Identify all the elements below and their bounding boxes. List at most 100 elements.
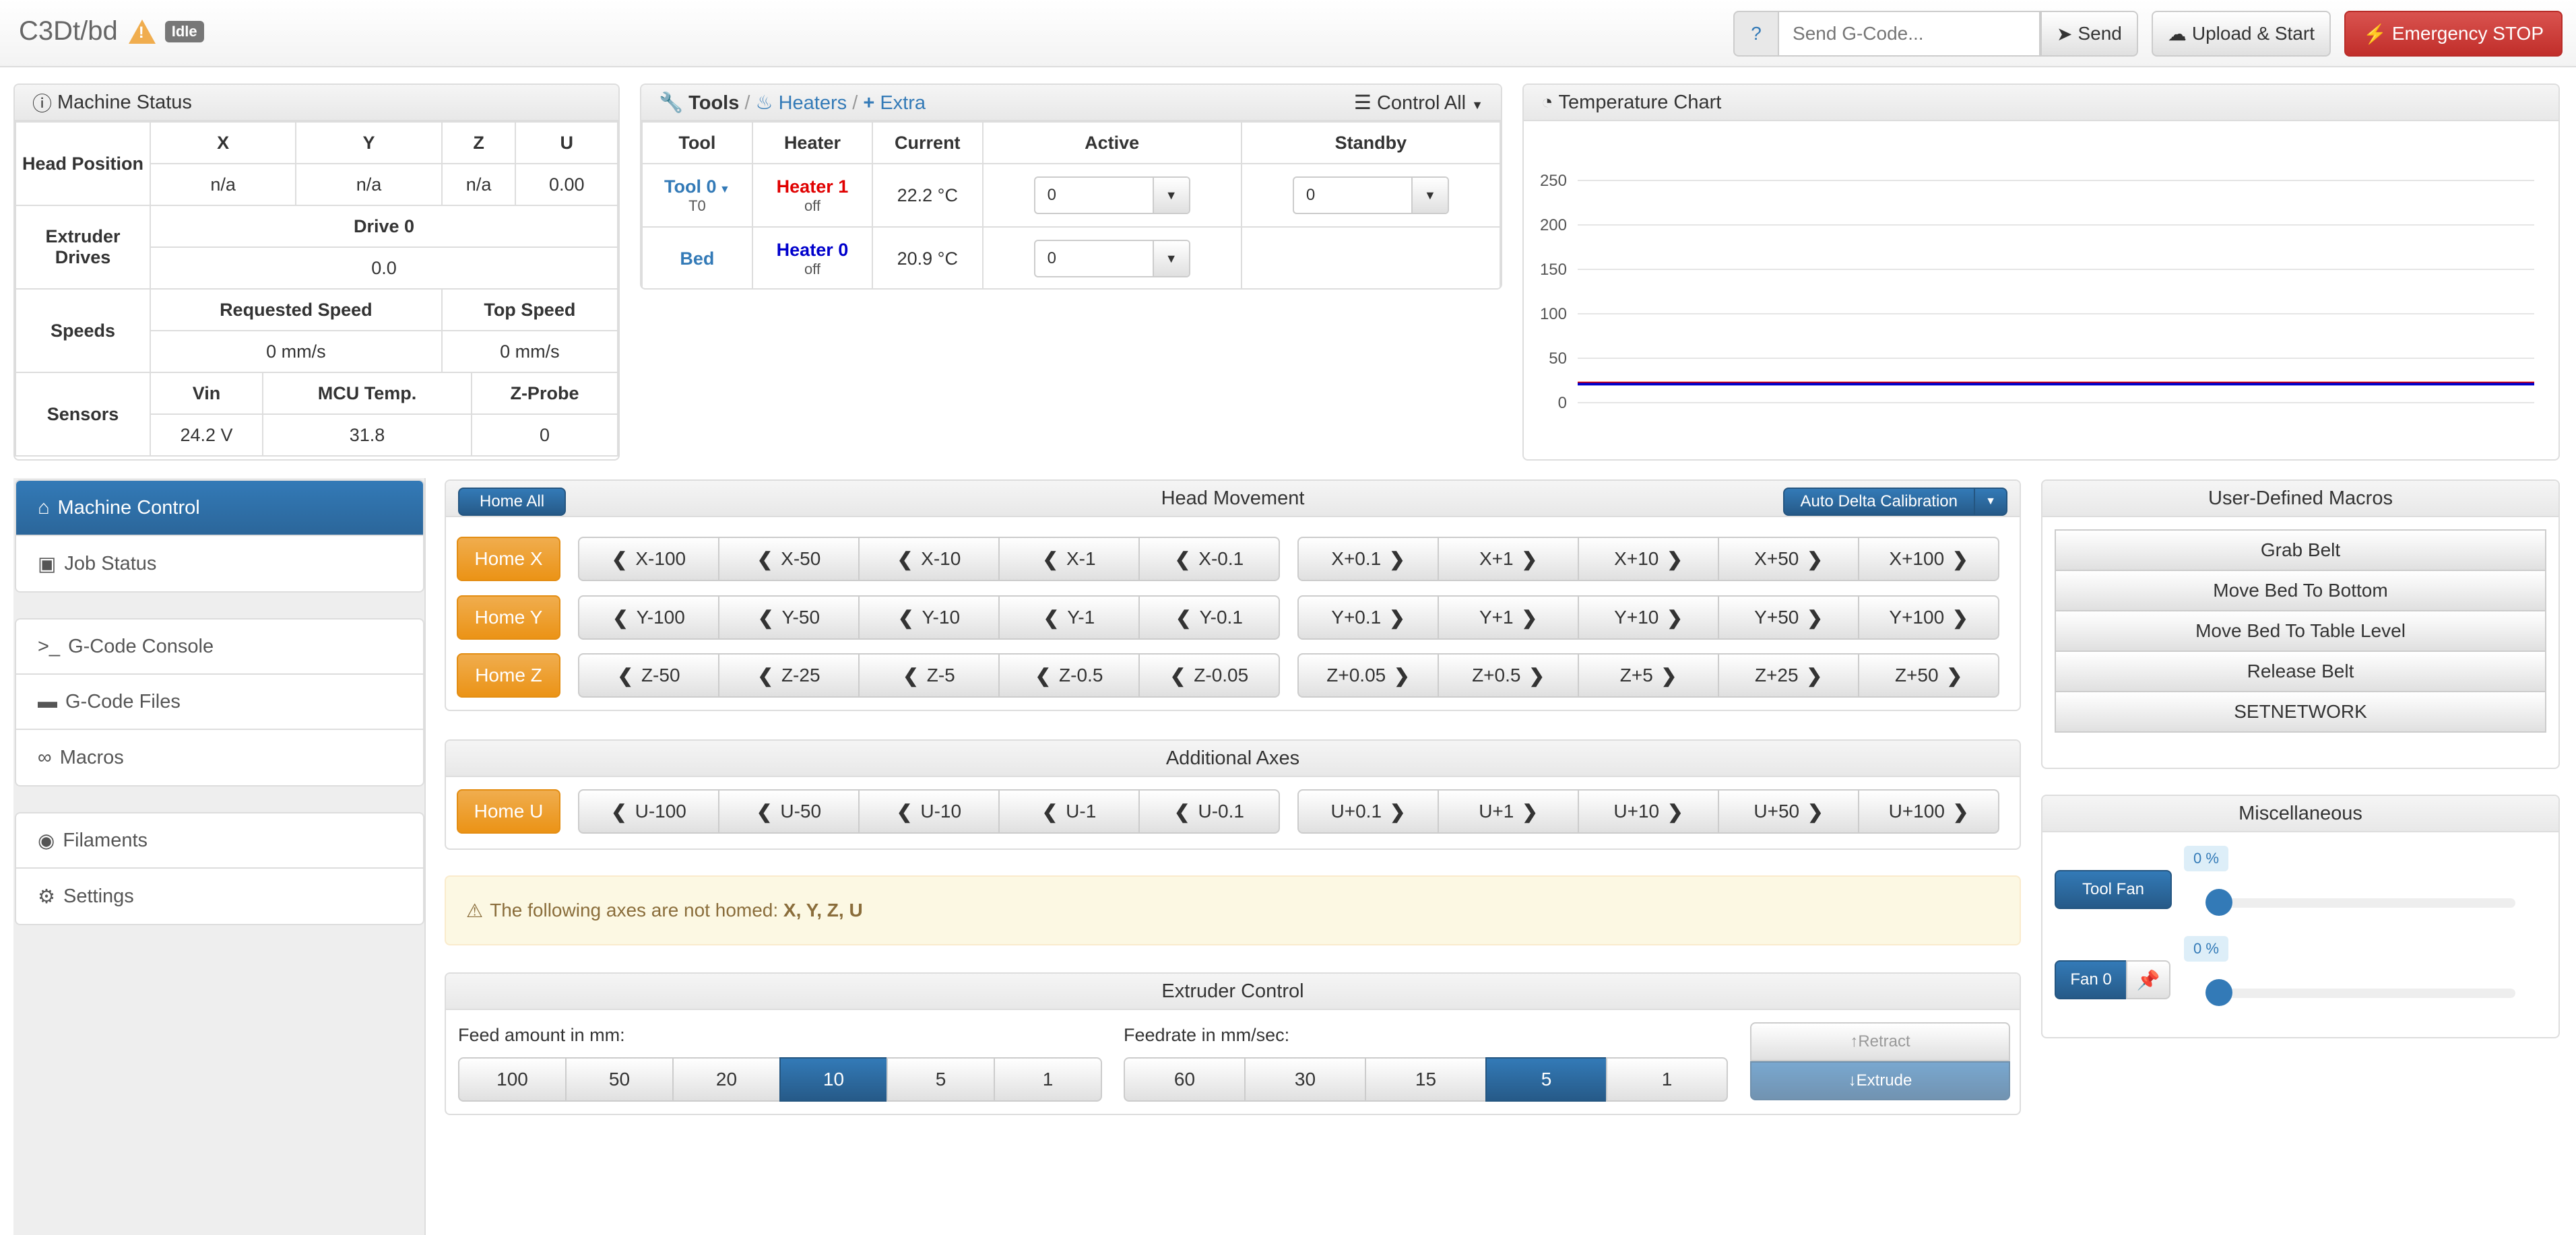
jog-positive-button[interactable]: X+50 ❯ bbox=[1718, 537, 1859, 581]
jog-negative-button[interactable]: ❮ U-10 bbox=[858, 789, 1000, 834]
jog-negative-button[interactable]: ❮ Y-50 bbox=[718, 595, 860, 640]
jog-negative-button[interactable]: ❮ Z-0.5 bbox=[998, 653, 1140, 698]
pin-button[interactable]: 📌 bbox=[2126, 960, 2170, 999]
macro-button[interactable]: SETNETWORK bbox=[2055, 691, 2546, 733]
jog-negative-button[interactable]: ❮ Z-50 bbox=[578, 653, 719, 698]
fan-0-slider-track[interactable] bbox=[2205, 989, 2515, 998]
sidebar-item-gcode-console[interactable]: >_ G-Code Console bbox=[16, 620, 423, 675]
jog-negative-button[interactable]: ❮ U-100 bbox=[578, 789, 719, 834]
macro-button[interactable]: Move Bed To Bottom bbox=[2055, 570, 2546, 611]
feedrate-option[interactable]: 1 bbox=[1606, 1057, 1728, 1102]
jog-negative-button[interactable]: ❮ Y-10 bbox=[858, 595, 1000, 640]
macro-button[interactable]: Move Bed To Table Level bbox=[2055, 610, 2546, 652]
jog-positive-button[interactable]: Y+50 ❯ bbox=[1718, 595, 1859, 640]
feedrate-option[interactable]: 5 bbox=[1485, 1057, 1607, 1102]
fan-0-button[interactable]: Fan 0 bbox=[2055, 960, 2127, 999]
auto-delta-dropdown[interactable]: ▼ bbox=[1974, 488, 2007, 516]
sidebar-item-job-status[interactable]: ▣ Job Status bbox=[16, 536, 423, 591]
jog-positive-button[interactable]: U+100 ❯ bbox=[1858, 789, 1999, 834]
active-temp-input[interactable]: 0 bbox=[1035, 178, 1154, 213]
jog-positive-button[interactable]: X+0.1 ❯ bbox=[1297, 537, 1439, 581]
auto-delta-calibration-button[interactable]: Auto Delta Calibration bbox=[1782, 488, 1975, 516]
jog-negative-button[interactable]: ❮ Z-5 bbox=[858, 653, 1000, 698]
retract-button[interactable]: ↑ Retract bbox=[1750, 1022, 2010, 1061]
sidebar-item-gcode-files[interactable]: ▬ G-Code Files bbox=[16, 675, 423, 730]
home-axis-button[interactable]: Home Y bbox=[457, 595, 560, 640]
jog-negative-button[interactable]: ❮ X-10 bbox=[858, 537, 1000, 581]
extrude-button[interactable]: ↓ Extrude bbox=[1750, 1061, 2010, 1100]
jog-positive-button[interactable]: Y+0.1 ❯ bbox=[1297, 595, 1439, 640]
home-axis-button[interactable]: Home Z bbox=[457, 653, 560, 698]
jog-positive-button[interactable]: Y+10 ❯ bbox=[1578, 595, 1719, 640]
emergency-stop-button[interactable]: ⚡ Emergency STOP bbox=[2344, 11, 2563, 57]
caret-down-icon[interactable]: ▼ bbox=[1153, 241, 1189, 276]
machine-name[interactable]: C3Dt/bd bbox=[19, 16, 118, 46]
jog-negative-button[interactable]: ❮ U-50 bbox=[718, 789, 860, 834]
tool-cell[interactable]: Tool 0 ▼ T0 bbox=[641, 163, 753, 228]
tab-heaters[interactable]: Heaters bbox=[779, 92, 847, 114]
standby-temp-input[interactable]: 0 bbox=[1294, 178, 1413, 213]
bed-link[interactable]: Bed bbox=[680, 248, 714, 269]
jog-positive-button[interactable]: X+10 ❯ bbox=[1578, 537, 1719, 581]
feed-amount-option[interactable]: 10 bbox=[779, 1057, 888, 1102]
jog-positive-button[interactable]: U+0.1 ❯ bbox=[1297, 789, 1439, 834]
jog-negative-button[interactable]: ❮ X-1 bbox=[998, 537, 1140, 581]
gcode-help-button[interactable]: ? bbox=[1733, 11, 1778, 57]
jog-negative-button[interactable]: ❮ X-100 bbox=[578, 537, 719, 581]
heater-cell[interactable]: Heater 1 off bbox=[751, 163, 874, 228]
feed-amount-option[interactable]: 5 bbox=[887, 1057, 995, 1102]
home-all-button[interactable]: Home All bbox=[458, 488, 567, 516]
feedrate-option[interactable]: 15 bbox=[1365, 1057, 1487, 1102]
jog-positive-button[interactable]: Y+1 ❯ bbox=[1438, 595, 1579, 640]
caret-down-icon[interactable]: ▼ bbox=[1153, 178, 1189, 213]
feed-amount-option[interactable]: 100 bbox=[458, 1057, 567, 1102]
send-button[interactable]: ➤ Send bbox=[2040, 11, 2138, 57]
jog-negative-button[interactable]: ❮ X-50 bbox=[718, 537, 860, 581]
jog-positive-button[interactable]: U+1 ❯ bbox=[1438, 789, 1579, 834]
active-temp-select[interactable]: 0 ▼ bbox=[1033, 176, 1190, 214]
jog-negative-button[interactable]: ❮ U-1 bbox=[998, 789, 1140, 834]
tool-fan-slider-handle[interactable] bbox=[2205, 889, 2232, 916]
heater-cell[interactable]: Heater 0 off bbox=[751, 226, 874, 288]
sidebar-item-settings[interactable]: ⚙ Settings bbox=[16, 869, 423, 924]
tool-fan-button[interactable]: Tool Fan bbox=[2055, 870, 2172, 909]
upload-start-button[interactable]: ☁ Upload & Start bbox=[2151, 11, 2331, 57]
jog-positive-button[interactable]: Y+100 ❯ bbox=[1858, 595, 1999, 640]
standby-temp-select[interactable]: 0 ▼ bbox=[1292, 176, 1449, 214]
macro-button[interactable]: Release Belt bbox=[2055, 650, 2546, 692]
jog-negative-button[interactable]: ❮ X-0.1 bbox=[1138, 537, 1280, 581]
tool-0-link[interactable]: Tool 0 bbox=[664, 176, 717, 197]
active-temp-select[interactable]: 0 ▼ bbox=[1033, 240, 1190, 277]
jog-negative-button[interactable]: ❮ Z-0.05 bbox=[1138, 653, 1280, 698]
caret-down-icon[interactable]: ▼ bbox=[1412, 178, 1448, 213]
feed-amount-option[interactable]: 1 bbox=[994, 1057, 1102, 1102]
sidebar-item-filaments[interactable]: ◉ Filaments bbox=[16, 813, 423, 869]
home-axis-button[interactable]: Home U bbox=[457, 789, 560, 834]
jog-positive-button[interactable]: X+1 ❯ bbox=[1438, 537, 1579, 581]
jog-negative-button[interactable]: ❮ Y-0.1 bbox=[1138, 595, 1280, 640]
home-axis-button[interactable]: Home X bbox=[457, 537, 560, 581]
fan-0-slider-handle[interactable] bbox=[2205, 979, 2232, 1006]
jog-positive-button[interactable]: Z+0.05 ❯ bbox=[1297, 653, 1439, 698]
feedrate-option[interactable]: 60 bbox=[1124, 1057, 1246, 1102]
sidebar-item-machine-control[interactable]: ⌂ Machine Control bbox=[16, 481, 423, 536]
feedrate-option[interactable]: 30 bbox=[1244, 1057, 1366, 1102]
jog-negative-button[interactable]: ❮ Z-25 bbox=[718, 653, 860, 698]
feed-amount-option[interactable]: 20 bbox=[672, 1057, 781, 1102]
jog-positive-button[interactable]: Z+5 ❯ bbox=[1578, 653, 1719, 698]
tool-fan-slider-track[interactable] bbox=[2205, 898, 2515, 908]
tool-cell[interactable]: Bed bbox=[641, 226, 753, 288]
jog-positive-button[interactable]: U+10 ❯ bbox=[1578, 789, 1719, 834]
jog-negative-button[interactable]: ❮ U-0.1 bbox=[1138, 789, 1280, 834]
jog-negative-button[interactable]: ❮ Y-1 bbox=[998, 595, 1140, 640]
feed-amount-option[interactable]: 50 bbox=[565, 1057, 674, 1102]
jog-positive-button[interactable]: Z+50 ❯ bbox=[1858, 653, 1999, 698]
jog-positive-button[interactable]: Z+0.5 ❯ bbox=[1438, 653, 1579, 698]
macro-button[interactable]: Grab Belt bbox=[2055, 529, 2546, 571]
heater-name[interactable]: Heater 0 bbox=[777, 240, 849, 260]
heater-name[interactable]: Heater 1 bbox=[777, 176, 849, 197]
jog-negative-button[interactable]: ❮ Y-100 bbox=[578, 595, 719, 640]
tab-extra[interactable]: Extra bbox=[880, 92, 926, 114]
gcode-input[interactable] bbox=[1778, 11, 2041, 57]
sidebar-item-macros[interactable]: ∞ Macros bbox=[16, 730, 423, 785]
